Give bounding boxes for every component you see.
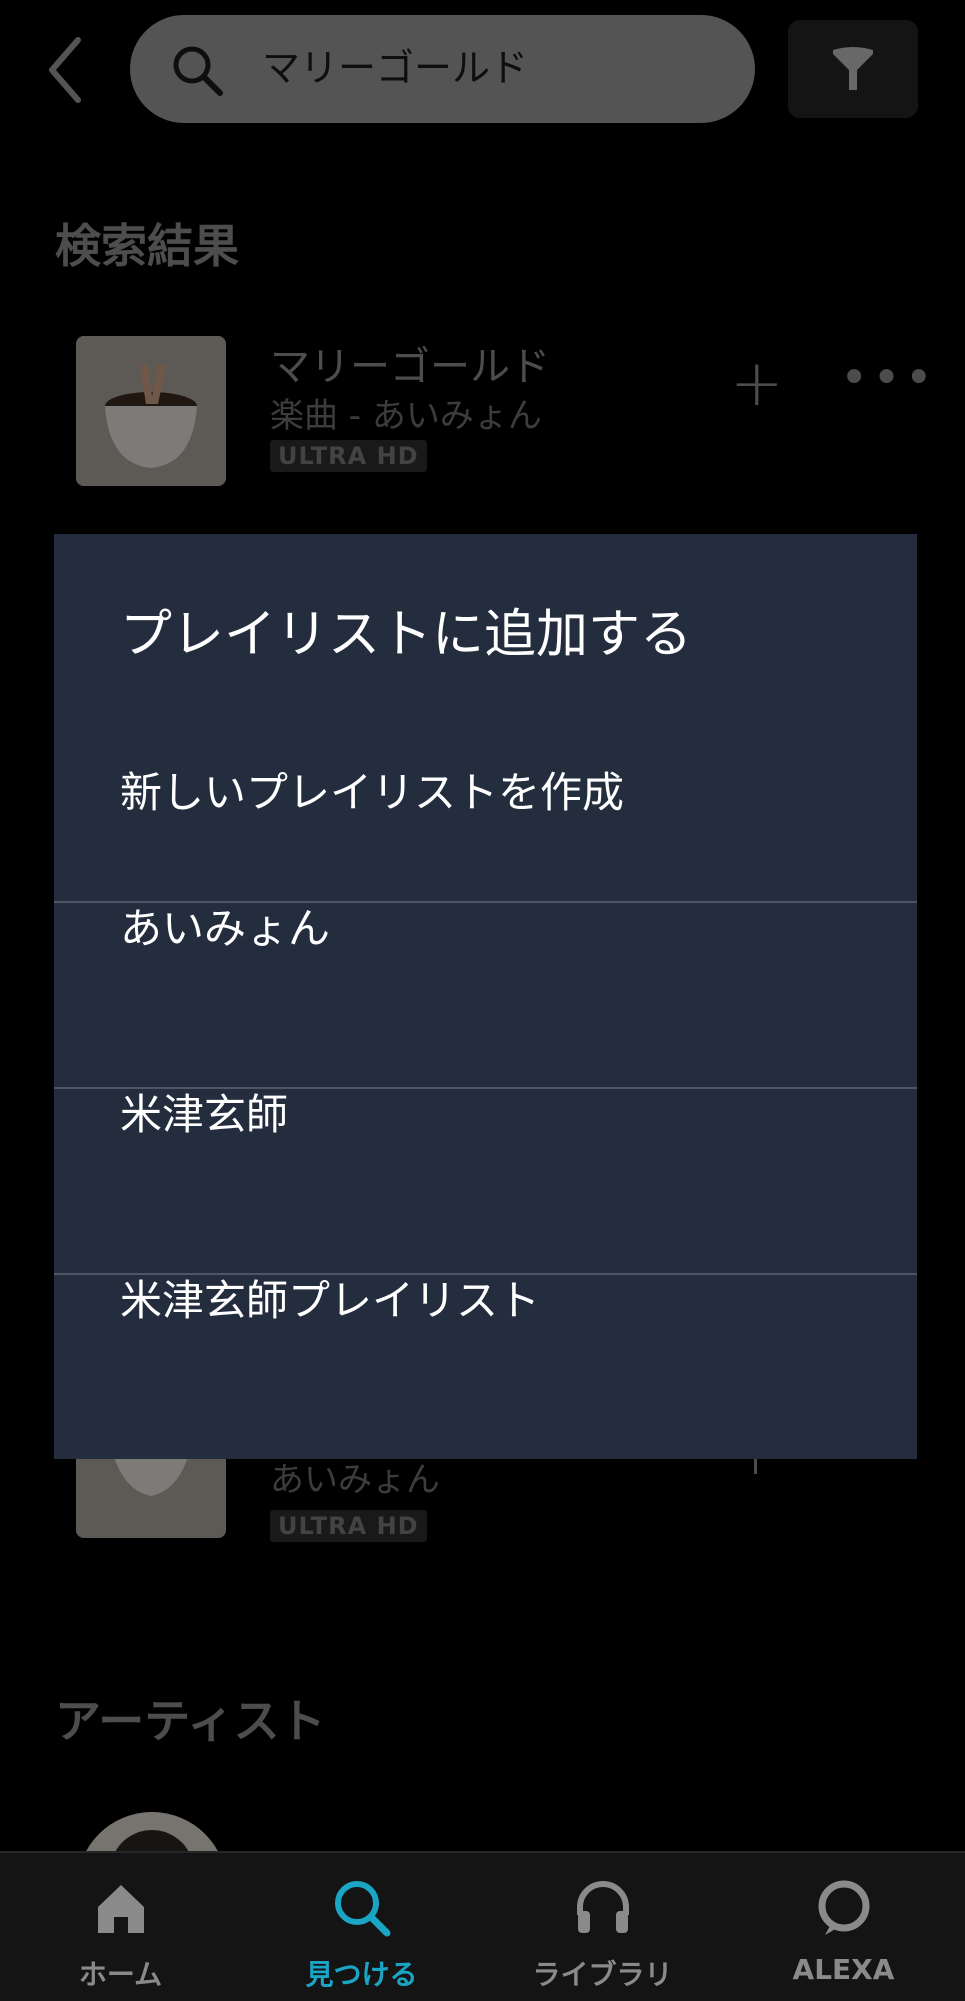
option-label: あいみょん (120, 904, 331, 953)
option-label: 新しいプレイリストを作成 (120, 768, 625, 817)
playlist-option[interactable]: あいみょん (54, 903, 917, 1088)
nav-label: ホーム (78, 1958, 163, 1991)
bottom-nav: ホーム 見つける ライブラリ ALEXA (0, 1851, 965, 2001)
nav-item-alexa[interactable]: ALEXA (723, 1853, 964, 2001)
playlist-option[interactable]: 米津玄師 (54, 1089, 917, 1274)
home-icon (98, 1885, 144, 1933)
add-to-playlist-dialog: プレイリストに追加する 新しいプレイリストを作成 あいみょん 米津玄師 米津玄師… (54, 534, 917, 1459)
headphones-icon (577, 1881, 629, 1933)
playlist-option[interactable]: 米津玄師プレイリスト (54, 1275, 917, 1460)
option-label: 米津玄師プレイリスト (120, 1276, 541, 1325)
nav-label: ライブラリ (532, 1958, 673, 1991)
dialog-title: プレイリストに追加する (120, 605, 693, 665)
nav-label: 見つける (305, 1958, 418, 1991)
nav-item-library[interactable]: ライブラリ (482, 1853, 723, 2001)
create-playlist-option[interactable]: 新しいプレイリストを作成 (54, 691, 917, 876)
search-icon (335, 1881, 391, 1937)
nav-item-find[interactable]: 見つける (241, 1853, 482, 2001)
nav-item-home[interactable]: ホーム (0, 1853, 241, 2001)
nav-label: ALEXA (792, 1953, 895, 1986)
option-label: 米津玄師 (120, 1090, 289, 1139)
alexa-icon (818, 1880, 870, 1935)
